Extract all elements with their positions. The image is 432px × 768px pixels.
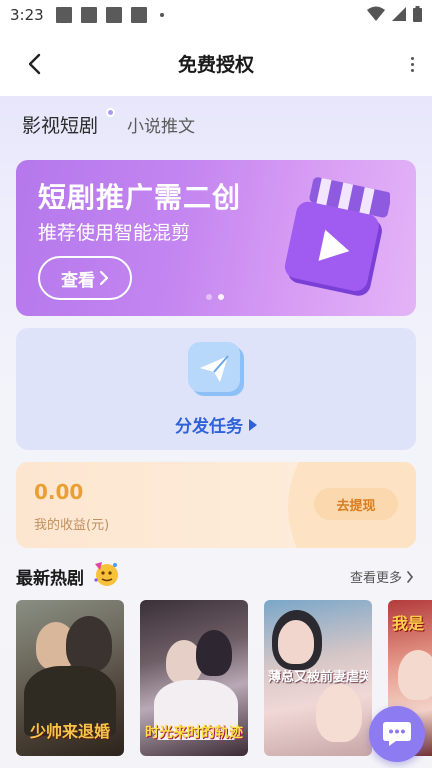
party-emoji-icon: [94, 562, 118, 586]
triangle-right-icon: [249, 418, 257, 431]
drama-poster[interactable]: 时光来时的轨迹: [140, 600, 248, 756]
poster-figure: [66, 616, 112, 672]
see-more-label: 查看更多: [349, 571, 402, 586]
notification-icon: [55, 7, 72, 23]
play-clapper-icon: [284, 177, 390, 296]
notification-icon: [105, 7, 122, 23]
chevron-right-icon: [407, 570, 414, 583]
banner-pagination: [206, 294, 224, 300]
paper-plane-icon: [188, 342, 244, 396]
battery-icon: [413, 6, 422, 22]
withdraw-button[interactable]: 去提现: [314, 488, 398, 520]
poster-title: 少帅来退婚: [29, 722, 110, 741]
earnings-label: 我的收益(元): [34, 518, 110, 533]
more-options-button[interactable]: [404, 50, 420, 78]
drama-poster[interactable]: 少帅来退婚: [16, 600, 124, 756]
main-content: 影视短剧 小说推文 短剧推广需二创 推荐使用智能混剪 查看 分发任务 0.00 …: [0, 96, 432, 768]
poster-figure: [278, 620, 314, 664]
wifi-icon: [367, 6, 385, 21]
chevron-right-icon: [99, 270, 109, 286]
distribute-task-card[interactable]: 分发任务: [16, 328, 416, 450]
banner-subtitle: 推荐使用智能混剪: [38, 222, 191, 244]
status-time: 3:23: [10, 6, 44, 24]
poster-figure: [316, 684, 362, 742]
distribute-task-label: 分发任务: [175, 417, 243, 437]
poster-title: 我是: [392, 614, 425, 633]
banner-title: 短剧推广需二创: [38, 181, 242, 214]
tab-film-drama[interactable]: 影视短剧: [22, 111, 98, 138]
hot-dramas-header: 最新热剧 查看更多: [16, 558, 416, 592]
banner-view-label: 查看: [61, 270, 95, 291]
banner-view-button[interactable]: 查看: [38, 256, 132, 300]
earnings-card: 0.00 我的收益(元) 去提现: [16, 462, 416, 548]
more-vertical-icon: [410, 56, 414, 60]
customer-service-button[interactable]: [369, 706, 425, 762]
tab-novel-promo[interactable]: 小说推文: [127, 112, 195, 137]
more-notifications-icon: [159, 13, 164, 17]
earnings-value: 0.00: [34, 480, 84, 504]
drama-poster[interactable]: 薄总又被前妻虐哭了: [264, 600, 372, 756]
see-more-link[interactable]: 查看更多: [350, 567, 414, 586]
signal-icon: [392, 7, 406, 21]
poster-figure: [398, 650, 432, 700]
page-title: 免费授权: [177, 54, 254, 76]
pagination-dot-active[interactable]: [218, 294, 224, 300]
poster-title: 薄总又被前妻虐哭了: [268, 670, 368, 685]
promo-banner[interactable]: 短剧推广需二创 推荐使用智能混剪 查看: [16, 160, 416, 316]
poster-title: 时光来时的轨迹: [145, 725, 243, 741]
section-title: 最新热剧: [16, 569, 84, 589]
distribute-task-link[interactable]: 分发任务: [16, 412, 416, 437]
status-bar: 3:23: [0, 0, 432, 30]
pagination-dot[interactable]: [206, 294, 212, 300]
tab-indicator-dot: [106, 107, 116, 117]
chat-bubble-icon: [383, 722, 411, 746]
notification-icon: [130, 7, 147, 23]
app-bar: 免费授权: [0, 30, 432, 96]
poster-figure: [196, 630, 232, 676]
category-tabs: 影视短剧 小说推文: [22, 106, 195, 142]
notification-icon: [80, 7, 97, 23]
status-indicators: [367, 6, 422, 22]
